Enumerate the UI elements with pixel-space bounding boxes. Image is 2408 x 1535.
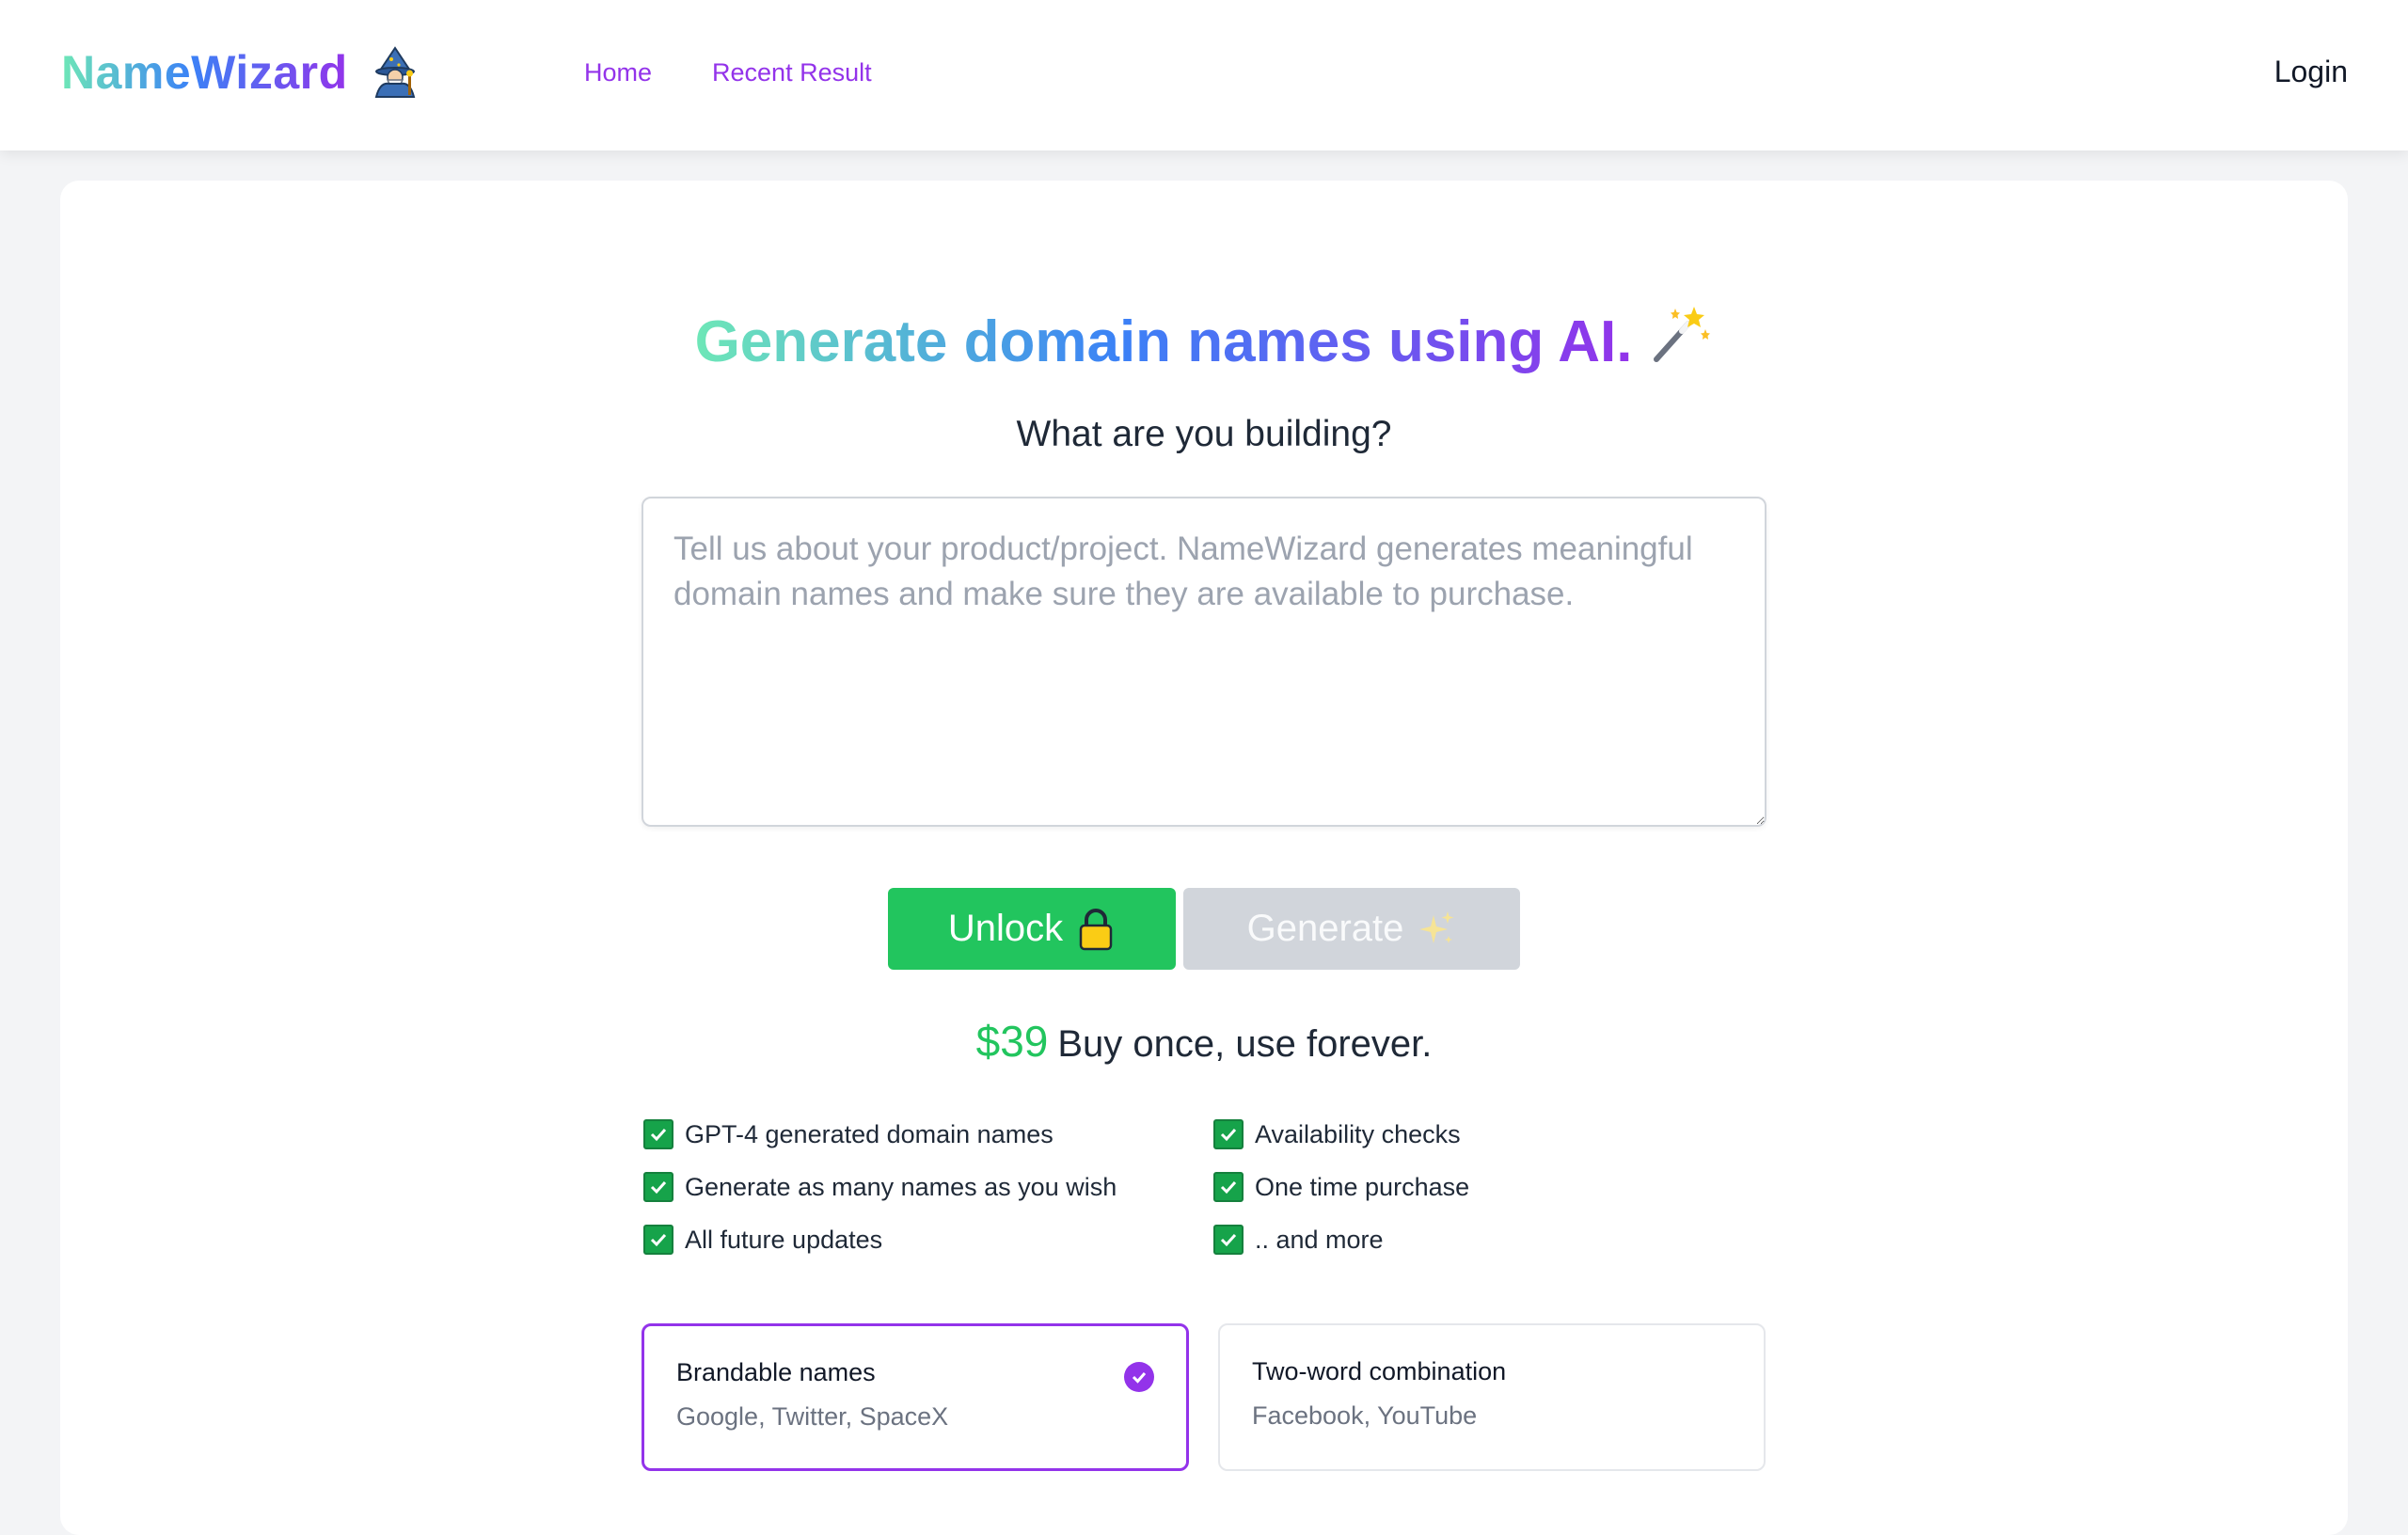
sparkles-icon xyxy=(1419,910,1454,943)
feature-label: All future updates xyxy=(685,1225,883,1254)
generate-button[interactable]: Generate xyxy=(1183,888,1520,970)
selected-check-icon xyxy=(1124,1362,1154,1392)
checkmark-icon xyxy=(643,1119,673,1149)
option-two-word-combination[interactable]: Two-word combination Facebook, YouTube xyxy=(1218,1323,1766,1471)
feature-label: Generate as many names as you wish xyxy=(685,1172,1117,1201)
brand-name: NameWizard xyxy=(61,46,348,99)
brand-logo-link[interactable]: NameWizard xyxy=(61,45,421,100)
checkmark-icon xyxy=(1213,1172,1244,1202)
feature-label: .. and more xyxy=(1255,1225,1384,1254)
checkmark-icon xyxy=(643,1225,673,1255)
option-examples: Google, Twitter, SpaceX xyxy=(676,1402,949,1431)
list-item: Availability checks xyxy=(1213,1119,1461,1149)
unlock-button-label: Unlock xyxy=(947,908,1064,949)
unlock-button[interactable]: Unlock xyxy=(888,888,1176,970)
price-tagline: Buy once, use forever. xyxy=(1057,1023,1433,1065)
option-title: Brandable names xyxy=(676,1358,876,1386)
generate-button-label: Generate xyxy=(1246,908,1404,949)
option-examples: Facebook, YouTube xyxy=(1252,1401,1478,1430)
main-card xyxy=(60,181,2348,1535)
nav-link-home[interactable]: Home xyxy=(584,58,652,87)
subheadline: What are you building? xyxy=(1016,414,1392,454)
checkmark-icon xyxy=(643,1172,673,1202)
checkmark-icon xyxy=(1213,1119,1244,1149)
top-navbar: NameWizard Home Recent Result Login xyxy=(0,0,2408,150)
price-amount: $39 xyxy=(975,1017,1049,1066)
list-item: Generate as many names as you wish xyxy=(643,1172,1117,1202)
list-item: All future updates xyxy=(643,1225,882,1255)
main-nav: Home Recent Result xyxy=(584,58,872,87)
option-brandable-names[interactable]: Brandable names Google, Twitter, SpaceX xyxy=(642,1323,1189,1471)
feature-label: One time purchase xyxy=(1255,1172,1470,1201)
headline-text: Generate domain names using AI. xyxy=(694,309,1633,374)
lock-icon xyxy=(1079,908,1113,950)
project-description-input[interactable] xyxy=(642,497,1766,827)
nav-link-recent-result[interactable]: Recent Result xyxy=(712,58,872,87)
list-item: One time purchase xyxy=(1213,1172,1469,1202)
wizard-icon xyxy=(374,46,415,98)
feature-label: GPT-4 generated domain names xyxy=(685,1119,1054,1148)
checkmark-icon xyxy=(1213,1225,1244,1255)
magic-wand-icon xyxy=(1654,307,1711,362)
page-headline: Generate domain names using AI. xyxy=(0,301,2408,375)
list-item: GPT-4 generated domain names xyxy=(643,1119,1054,1149)
pricing-line: $39 Buy once, use forever. xyxy=(0,1016,2408,1067)
login-link[interactable]: Login xyxy=(2274,55,2348,89)
list-item: .. and more xyxy=(1213,1225,1384,1255)
feature-label: Availability checks xyxy=(1255,1119,1461,1148)
option-title: Two-word combination xyxy=(1252,1357,1507,1385)
